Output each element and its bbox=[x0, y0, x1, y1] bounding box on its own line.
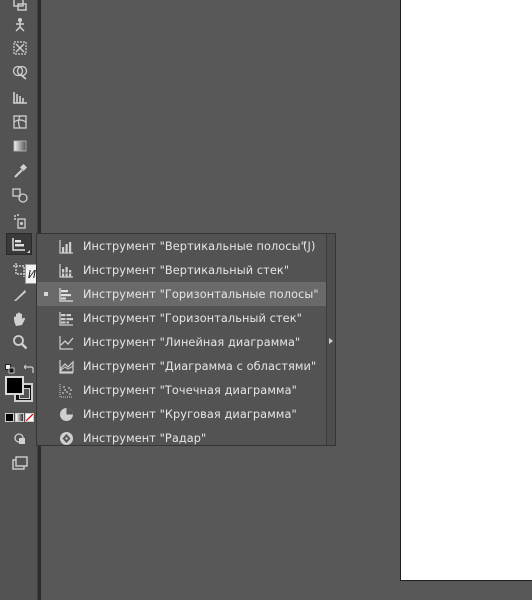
none-mode-button[interactable] bbox=[25, 413, 34, 422]
default-colors-icon[interactable] bbox=[5, 359, 15, 374]
hand-tool-icon[interactable] bbox=[8, 308, 32, 330]
flyout-item-label: Инструмент "Круговая диаграмма" bbox=[83, 407, 297, 421]
stacked-bar-graph-icon bbox=[57, 309, 75, 327]
flyout-item-label: Инструмент "Горизонтальный стек" bbox=[83, 311, 302, 325]
flyout-item-area-graph[interactable]: Инструмент "Диаграмма с областями" bbox=[37, 354, 326, 378]
tools-panel: И bbox=[0, 0, 39, 600]
flyout-item-shortcut: (J) bbox=[303, 239, 316, 253]
pie-graph-icon bbox=[57, 405, 75, 423]
flyout-item-stacked-bar-graph[interactable]: Инструмент "Горизонтальный стек" bbox=[37, 306, 326, 330]
flyout-item-line-graph[interactable]: Инструмент "Линейная диаграмма" bbox=[37, 330, 326, 354]
symbol-sprayer-tool-icon[interactable] bbox=[8, 210, 32, 232]
stacked-column-graph-icon bbox=[57, 261, 75, 279]
column-graph-tool-icon[interactable] bbox=[6, 233, 32, 255]
drawing-mode-icon[interactable] bbox=[8, 428, 32, 450]
selected-bullet bbox=[44, 292, 48, 296]
puppet-warp-tool-icon[interactable] bbox=[8, 13, 32, 35]
scatter-graph-icon bbox=[57, 381, 75, 399]
screen-mode-icon[interactable] bbox=[8, 452, 32, 474]
gradient-mode-button[interactable] bbox=[15, 413, 24, 422]
flyout-item-label: Инструмент "Диаграмма с областями" bbox=[83, 359, 317, 373]
flyout-item-column-graph[interactable]: Инструмент "Вертикальные полосы" (J) bbox=[37, 234, 326, 258]
perspective-grid-tool-icon[interactable] bbox=[8, 86, 32, 108]
tearoff-arrow-icon[interactable] bbox=[329, 338, 333, 344]
flyout-item-pie-graph[interactable]: Инструмент "Круговая диаграмма" bbox=[37, 402, 326, 426]
artboard[interactable] bbox=[400, 0, 532, 581]
graph-tools-flyout: Инструмент "Вертикальные полосы" (J) Инс… bbox=[36, 233, 336, 446]
column-graph-icon bbox=[57, 237, 75, 255]
color-mode-button[interactable] bbox=[5, 413, 14, 422]
flyout-item-label: Инструмент "Радар" bbox=[83, 431, 207, 445]
free-transform-tool-icon[interactable] bbox=[8, 37, 32, 59]
blend-tool-icon[interactable] bbox=[8, 184, 32, 206]
line-graph-icon bbox=[57, 333, 75, 351]
flyout-item-stacked-column-graph[interactable]: Инструмент "Вертикальный стек" bbox=[37, 258, 326, 282]
flyout-item-label: Инструмент "Вертикальные полосы" bbox=[83, 239, 306, 253]
flyout-item-bar-graph[interactable]: Инструмент "Горизонтальные полосы" bbox=[37, 282, 326, 306]
area-graph-icon bbox=[57, 357, 75, 375]
mesh-tool-icon[interactable] bbox=[8, 111, 32, 133]
fill-swatch[interactable] bbox=[5, 376, 24, 395]
radar-graph-icon bbox=[57, 429, 75, 447]
bar-graph-icon bbox=[57, 285, 75, 303]
shape-builder-tool-icon[interactable] bbox=[8, 61, 32, 83]
flyout-item-label: Инструмент "Точечная диаграмма" bbox=[83, 383, 297, 397]
gradient-tool-icon[interactable] bbox=[8, 135, 32, 157]
flyout-item-label: Инструмент "Вертикальный стек" bbox=[83, 263, 290, 277]
flyout-item-label: Инструмент "Линейная диаграмма" bbox=[83, 335, 301, 349]
flyout-item-scatter-graph[interactable]: Инструмент "Точечная диаграмма" bbox=[37, 378, 326, 402]
flyout-item-radar-graph[interactable]: Инструмент "Радар" bbox=[37, 426, 326, 450]
flyout-item-label: Инструмент "Горизонтальные полосы" bbox=[83, 287, 319, 301]
flyout-items: Инструмент "Вертикальные полосы" (J) Инс… bbox=[37, 234, 326, 445]
flyout-indicator bbox=[27, 250, 30, 253]
zoom-tool-icon[interactable] bbox=[8, 331, 32, 353]
eyedropper-tool-icon[interactable] bbox=[8, 160, 32, 182]
slice-tool-icon[interactable] bbox=[8, 284, 32, 306]
swap-colors-icon[interactable] bbox=[23, 359, 34, 373]
